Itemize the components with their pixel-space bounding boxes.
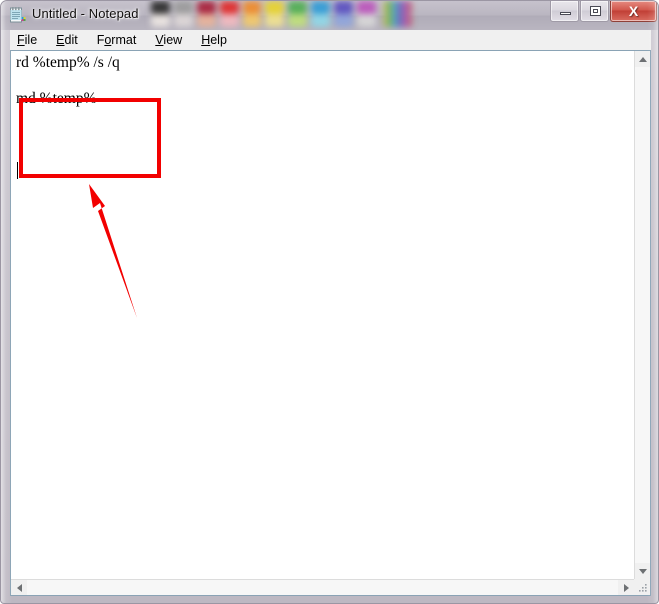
menu-item-format[interactable]: Format [97,31,137,49]
window-title: Untitled - Notepad [32,6,139,21]
color-palette-overlay [149,1,414,27]
document-line: rd %temp% /s /q [16,54,120,71]
maximize-icon [590,6,601,16]
maximize-button[interactable] [580,1,609,22]
vertical-scrollbar-track[interactable] [635,67,650,563]
scroll-right-arrow-icon[interactable] [618,580,634,596]
palette-swatch [309,1,332,27]
palette-swatch [263,1,286,27]
scroll-up-arrow-icon[interactable] [635,51,651,67]
palette-swatch [332,1,355,27]
palette-swatch [241,1,264,27]
palette-swatch [172,1,195,27]
palette-swatch [218,1,241,27]
window-controls: X [549,1,657,23]
close-icon: X [628,3,639,19]
menu-item-view[interactable]: View [155,31,182,49]
scroll-left-arrow-icon[interactable] [11,580,27,596]
editor-frame: rd %temp% /s /q md %temp% [10,50,651,596]
scrollbar-corner [634,579,650,595]
client-area: File Edit Format View Help rd %temp% /s … [10,30,651,596]
menu-item-help[interactable]: Help [201,31,227,49]
text-editor[interactable]: rd %temp% /s /q md %temp% [11,51,634,579]
notepad-icon [8,6,26,24]
minimize-button[interactable] [550,1,579,22]
menu-bar: File Edit Format View Help [10,30,651,50]
palette-swatch [149,1,172,27]
palette-swatch [195,1,218,27]
palette-gradient-swatch [381,1,414,27]
scroll-down-arrow-icon[interactable] [635,563,651,579]
palette-swatch [286,1,309,27]
document-line: md %temp% [16,90,97,107]
horizontal-scrollbar-track[interactable] [27,580,618,595]
close-button[interactable]: X [610,1,657,22]
minimize-icon [560,12,571,15]
title-bar[interactable]: Untitled - Notepad X [1,1,658,30]
vertical-scrollbar[interactable] [634,51,650,579]
notepad-window: Untitled - Notepad X File Edit Format Vi… [0,0,659,604]
horizontal-scrollbar[interactable] [11,579,634,595]
resize-grip-icon [639,584,647,592]
palette-swatch [355,1,378,27]
text-caret [17,162,18,179]
menu-item-file[interactable]: File [17,31,37,49]
menu-item-edit[interactable]: Edit [56,31,78,49]
